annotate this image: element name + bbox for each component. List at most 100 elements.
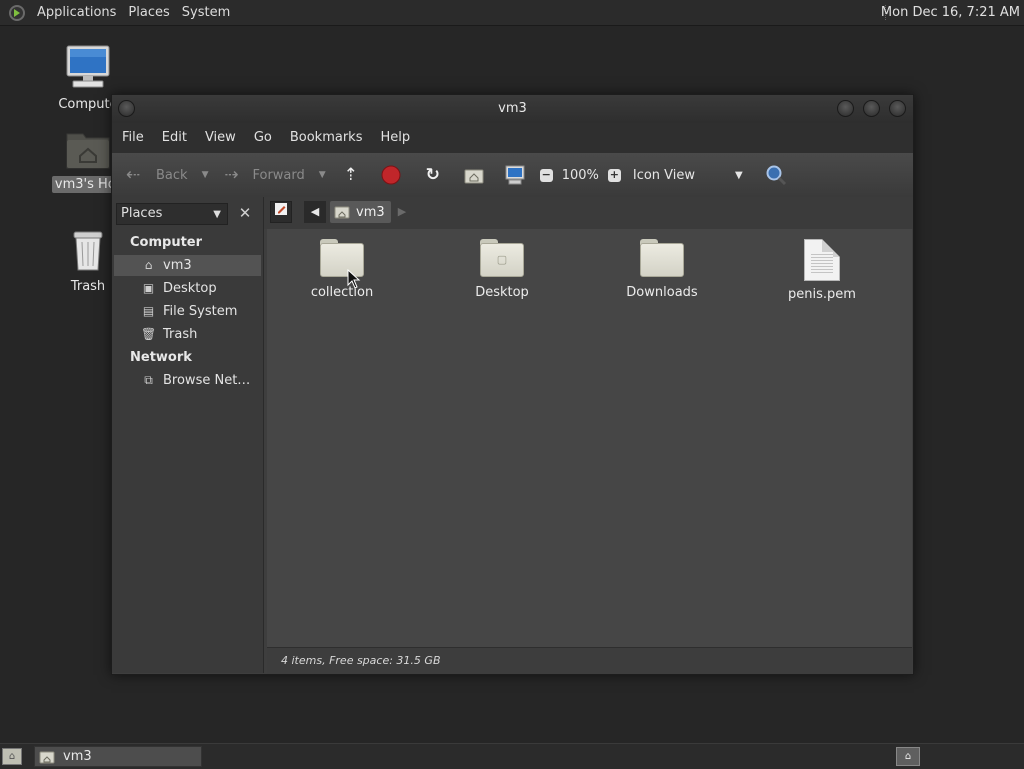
zoom-in-button[interactable]: +: [607, 168, 621, 182]
home-folder-icon: [66, 133, 110, 169]
zoom-control: − 100% +: [539, 167, 621, 183]
applications-menu[interactable]: Applications: [31, 0, 122, 25]
sidebar-item-label: Trash: [163, 327, 198, 342]
back-label: Back: [156, 167, 188, 183]
home-button[interactable]: [464, 159, 484, 191]
file-name: Downloads: [626, 285, 698, 300]
forward-label: Forward: [252, 167, 305, 183]
file-view[interactable]: collection ▢ Desktop Downloads penis.pem: [267, 229, 912, 647]
breadcrumb-vm3[interactable]: vm3: [330, 201, 391, 223]
menubar: File Edit View Go Bookmarks Help: [112, 123, 913, 153]
forward-arrow-icon: ⇢: [224, 165, 239, 185]
statusbar: 4 items, Free space: 31.5 GB: [267, 647, 912, 674]
view-mode-label: Icon View: [632, 167, 696, 183]
close-button[interactable]: [889, 100, 906, 117]
sidebar-item-label: Desktop: [163, 281, 217, 296]
menu-go[interactable]: Go: [245, 123, 281, 153]
workspace-switcher[interactable]: ⌂: [896, 747, 920, 766]
bottom-panel: ⌂ vm3 ⌂: [0, 743, 1024, 769]
mouse-cursor-icon: [347, 269, 361, 289]
trash-icon: 🗑: [141, 327, 157, 341]
sidebar-item-trash[interactable]: 🗑 Trash: [114, 324, 261, 345]
location-bar: ◀ vm3 ▶: [264, 197, 913, 229]
forward-button[interactable]: ⇢ Forward: [220, 159, 304, 191]
forward-history-dropdown[interactable]: ▼: [319, 170, 326, 180]
file-item[interactable]: Downloads: [602, 239, 722, 300]
home-folder-icon: [39, 751, 55, 763]
show-desktop-button[interactable]: ⌂: [2, 748, 22, 765]
sidebar-heading-network: Network: [130, 350, 192, 365]
search-icon: [766, 165, 786, 186]
file-name: Desktop: [475, 285, 529, 300]
file-manager-window: vm3 File Edit View Go Bookmarks Help ⇠ B…: [111, 94, 914, 675]
search-button[interactable]: [765, 159, 787, 191]
desktop-icon-label: Trash: [70, 279, 106, 294]
file-item[interactable]: collection: [282, 239, 402, 300]
reload-button[interactable]: ↻: [422, 159, 444, 191]
sidebar-item-label: Browse Net…: [163, 373, 251, 388]
sidebar-close-button[interactable]: ✕: [234, 203, 256, 225]
file-name: collection: [310, 285, 374, 300]
sidebar-header: Places ▼ ✕: [116, 203, 259, 226]
chevron-down-icon: ▼: [213, 209, 221, 220]
menu-edit[interactable]: Edit: [153, 123, 196, 153]
document-icon: [804, 239, 840, 281]
up-button[interactable]: ⇡: [340, 159, 362, 191]
edit-location-button[interactable]: [270, 201, 292, 223]
status-text: 4 items, Free space: 31.5 GB: [281, 654, 441, 667]
zoom-level: 100%: [561, 167, 599, 183]
zoom-out-button[interactable]: −: [539, 168, 553, 182]
view-mode-select[interactable]: Icon View ▼: [633, 159, 743, 191]
file-item[interactable]: ▢ Desktop: [442, 239, 562, 300]
menu-view[interactable]: View: [196, 123, 245, 153]
sidebar-item-desktop[interactable]: ▣ Desktop: [114, 278, 261, 299]
taskbar-window-vm3[interactable]: vm3: [34, 746, 202, 767]
top-panel: Applications Places System Mon Dec 16, 7…: [0, 0, 1024, 26]
desktop-icon: ▣: [142, 281, 155, 295]
stop-button[interactable]: [381, 159, 401, 191]
sidebar-item-vm3[interactable]: ⌂ vm3: [114, 255, 261, 276]
sidebar: Places ▼ ✕ Computer ⌂ vm3 ▣ Desktop ▤ Fi…: [112, 197, 264, 673]
window-titlebar[interactable]: vm3: [112, 95, 913, 123]
back-button[interactable]: ⇠ Back: [122, 159, 188, 191]
sidebar-item-file-system[interactable]: ▤ File System: [114, 301, 261, 322]
sidebar-item-browse-network[interactable]: ⧉ Browse Net…: [114, 370, 261, 391]
window-menu-icon[interactable]: [118, 100, 135, 117]
breadcrumb-scroll-right-button[interactable]: ▶: [394, 201, 410, 223]
file-item[interactable]: penis.pem: [762, 239, 882, 302]
menu-bookmarks[interactable]: Bookmarks: [281, 123, 372, 153]
network-icon: ⧉: [144, 373, 153, 387]
folder-icon: [640, 239, 684, 279]
places-menu[interactable]: Places: [122, 0, 175, 25]
toolbar: ⇠ Back ▼ ⇢ Forward ▼ ⇡ ↻ − 100% + Icon V…: [112, 153, 913, 197]
trash-icon: [73, 231, 103, 271]
maximize-button[interactable]: [863, 100, 880, 117]
minimize-button[interactable]: [837, 100, 854, 117]
menu-file[interactable]: File: [112, 123, 153, 153]
menu-help[interactable]: Help: [371, 123, 419, 153]
stop-icon: [381, 165, 401, 185]
sidebar-item-label: vm3: [163, 258, 192, 273]
file-name: penis.pem: [788, 287, 856, 302]
computer-icon: [66, 45, 110, 88]
computer-icon: [505, 165, 525, 185]
back-arrow-icon: ⇠: [125, 165, 141, 185]
breadcrumb-scroll-left-button[interactable]: ◀: [304, 201, 326, 223]
home-folder-icon: [334, 206, 350, 219]
sidebar-type-select[interactable]: Places ▼: [116, 203, 228, 225]
desktop-folder-icon: ▢: [480, 239, 524, 279]
home-folder-icon: [464, 169, 484, 184]
clock[interactable]: Mon Dec 16, 7:21 AM: [881, 0, 1020, 25]
pencil-icon: [275, 203, 287, 215]
applications-logo-icon[interactable]: [9, 4, 25, 21]
computer-button[interactable]: [504, 159, 526, 191]
up-arrow-icon: ⇡: [343, 165, 358, 185]
sidebar-type-label: Places: [121, 206, 163, 221]
breadcrumb-label: vm3: [356, 204, 385, 220]
system-menu[interactable]: System: [176, 0, 236, 25]
taskbar-label: vm3: [63, 749, 92, 764]
sidebar-heading-computer: Computer: [130, 235, 203, 250]
drive-icon: ▤: [142, 304, 155, 318]
reload-icon: ↻: [425, 165, 440, 185]
back-history-dropdown[interactable]: ▼: [202, 170, 209, 180]
